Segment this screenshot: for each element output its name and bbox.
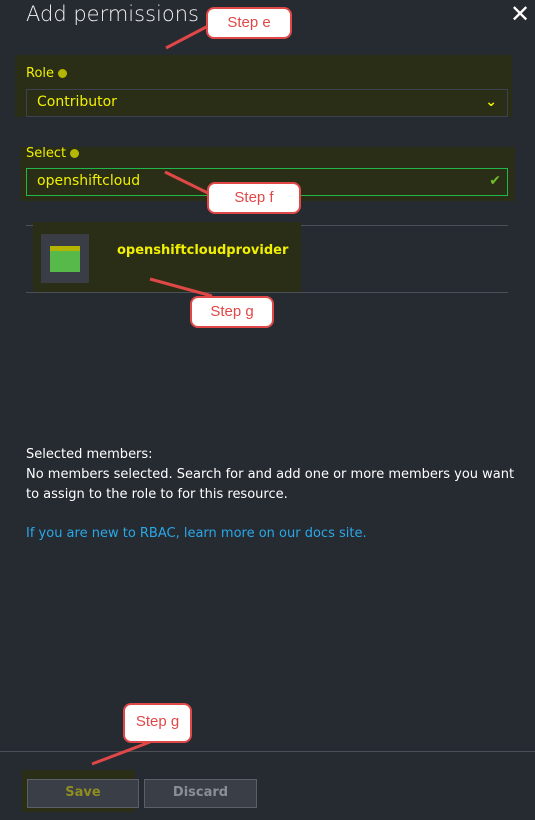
pointer-step-g2 <box>91 740 151 766</box>
annotation-pointers <box>91 23 213 766</box>
pointer-step-g1 <box>149 277 213 298</box>
callout-step-g-save: Step g <box>123 703 192 743</box>
callout-step-e: Step e <box>206 7 292 39</box>
pointer-step-f <box>164 170 213 197</box>
callout-step-g: Step g <box>190 296 274 328</box>
callout-step-f: Step f <box>207 182 301 214</box>
pointer-step-e <box>165 23 211 50</box>
